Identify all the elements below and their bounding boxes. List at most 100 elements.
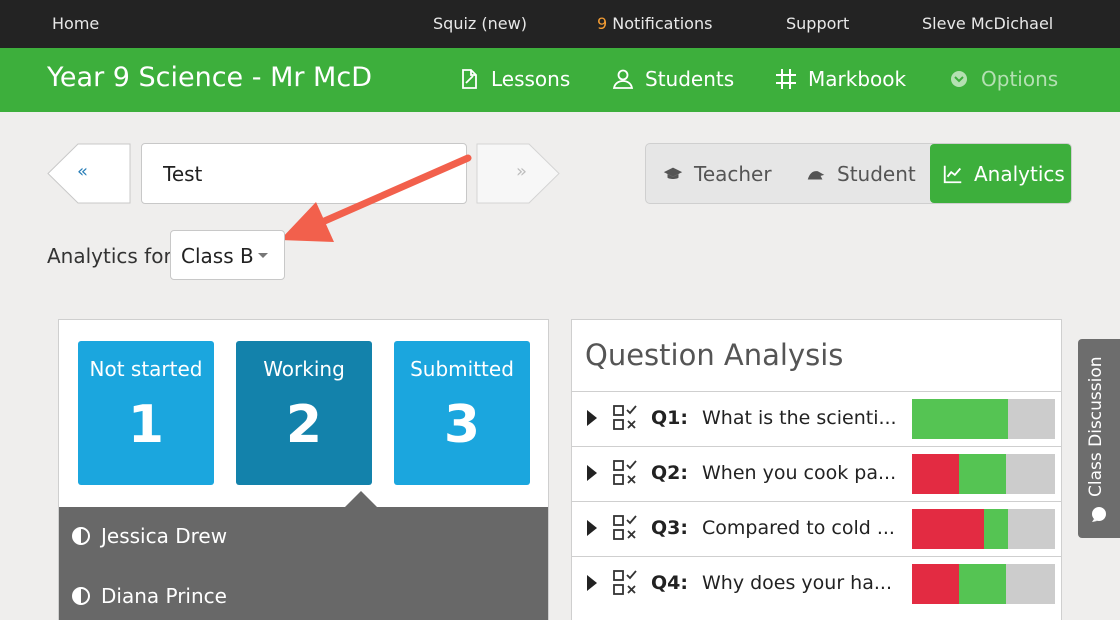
- class-select-value: Class B: [181, 244, 254, 268]
- class-discussion-tab[interactable]: Class Discussion: [1078, 339, 1120, 538]
- user-menu[interactable]: Sleve McDichael: [922, 14, 1053, 33]
- view-mode-toggle: Teacher Student Analytics: [645, 143, 1072, 204]
- half-circle-progress-icon: [72, 527, 90, 545]
- question-result-bar: [912, 564, 1055, 604]
- question-number: Q2:: [651, 462, 688, 484]
- working-count: 2: [285, 395, 323, 455]
- next-label: »: [516, 161, 528, 182]
- nav-markbook-label: Markbook: [808, 67, 907, 91]
- class-header: Year 9 Science - Mr McD Lessons Students…: [0, 48, 1120, 112]
- expand-triangle-icon[interactable]: [587, 465, 597, 481]
- question-number: Q1:: [651, 407, 688, 429]
- student-icon: [807, 170, 825, 179]
- correct-segment: [959, 454, 1007, 494]
- class-discussion-label: Class Discussion: [1086, 356, 1106, 497]
- nav-lessons-label: Lessons: [491, 67, 571, 91]
- checklist-icon: [613, 570, 637, 595]
- unanswered-segment: [1006, 564, 1055, 604]
- status-tile-submitted[interactable]: Submitted 3: [394, 341, 530, 485]
- submitted-count: 3: [443, 395, 481, 455]
- nav-markbook[interactable]: Markbook: [774, 67, 906, 91]
- checklist-icon: [613, 460, 637, 485]
- nav-options-label: Options: [981, 67, 1059, 91]
- question-result-bar: [912, 454, 1055, 494]
- notifications-link[interactable]: 9 Notifications: [597, 14, 712, 33]
- student-view-button[interactable]: Student: [805, 144, 916, 203]
- student-item[interactable]: Jessica Drew: [71, 524, 227, 548]
- support-link[interactable]: Support: [786, 14, 849, 33]
- expand-triangle-icon[interactable]: [587, 575, 597, 591]
- chevron-down-icon: [258, 253, 268, 258]
- question-number: Q4:: [651, 572, 688, 594]
- question-row[interactable]: Q4: Why does your ha...: [572, 556, 1061, 611]
- students-icon: [612, 69, 634, 89]
- question-result-bar: [912, 509, 1055, 549]
- nav-lessons[interactable]: Lessons: [457, 67, 570, 91]
- question-text: Compared to cold ...: [702, 517, 895, 539]
- teacher-label: Teacher: [694, 161, 772, 186]
- question-text: Why does your ha...: [702, 572, 892, 594]
- student-label: Student: [837, 161, 916, 186]
- next-lesson-button[interactable]: »: [476, 143, 560, 204]
- class-select[interactable]: Class B: [170, 230, 285, 280]
- not-started-count: 1: [127, 395, 165, 455]
- question-analysis-title: Question Analysis: [585, 338, 844, 372]
- not-started-label: Not started: [89, 357, 203, 381]
- submitted-label: Submitted: [410, 357, 514, 381]
- lessons-icon: [462, 69, 477, 89]
- selected-tile-pointer: [345, 491, 377, 507]
- home-link[interactable]: Home: [52, 14, 99, 33]
- expand-triangle-icon[interactable]: [587, 410, 597, 426]
- analytics-for-label: Analytics for: [47, 244, 172, 268]
- analytics-label: Analytics: [974, 161, 1065, 186]
- top-nav-bar: Home Squiz (new) 9 Notifications Support…: [0, 0, 1120, 48]
- student-name: Jessica Drew: [101, 524, 228, 548]
- incorrect-segment: [912, 509, 984, 549]
- status-tile-not-started[interactable]: Not started 1: [78, 341, 214, 485]
- question-analysis-panel: Question Analysis Q1: What is the scient…: [571, 319, 1062, 620]
- checklist-icon: [613, 405, 637, 430]
- progress-status-panel: Not started 1 Working 2 Submitted 3 Jess…: [58, 319, 549, 620]
- discussion-bubble-icon: [1092, 507, 1106, 522]
- prev-lesson-button[interactable]: «: [47, 143, 131, 204]
- question-number: Q3:: [651, 517, 688, 539]
- correct-segment: [912, 399, 1008, 439]
- notifications-label: Notifications: [612, 14, 713, 33]
- checklist-icon: [613, 515, 637, 540]
- incorrect-segment: [912, 454, 960, 494]
- teacher-view-button[interactable]: Teacher: [662, 144, 772, 203]
- class-title: Year 9 Science - Mr McD: [47, 62, 372, 93]
- squiz-link[interactable]: Squiz (new): [433, 14, 527, 33]
- expand-triangle-icon[interactable]: [587, 520, 597, 536]
- status-tile-working[interactable]: Working 2: [236, 341, 372, 485]
- question-result-bar: [912, 399, 1055, 439]
- question-text: What is the scienti...: [702, 407, 897, 429]
- notifications-count: 9: [597, 14, 608, 33]
- student-name: Diana Prince: [101, 584, 227, 608]
- nav-students-label: Students: [645, 67, 735, 91]
- question-row[interactable]: Q1: What is the scienti...: [572, 391, 1061, 446]
- prev-label: «: [77, 161, 89, 182]
- incorrect-segment: [912, 564, 960, 604]
- half-circle-progress-icon: [72, 587, 90, 605]
- graduation-cap-icon: [663, 167, 683, 179]
- line-chart-icon: [943, 165, 962, 183]
- working-label: Working: [263, 357, 345, 381]
- nav-options[interactable]: Options: [947, 67, 1058, 91]
- markbook-grid-icon: [776, 69, 796, 89]
- unanswered-segment: [1006, 454, 1055, 494]
- question-row[interactable]: Q3: Compared to cold ...: [572, 501, 1061, 556]
- correct-segment: [983, 509, 1008, 549]
- analytics-view-button[interactable]: Analytics: [930, 144, 1071, 203]
- correct-segment: [959, 564, 1007, 604]
- question-text: When you cook pa...: [702, 462, 897, 484]
- student-list: Jessica Drew Diana Prince: [59, 507, 548, 620]
- prev-arrow-shape: [47, 143, 131, 204]
- question-row[interactable]: Q2: When you cook pa...: [572, 446, 1061, 501]
- unanswered-segment: [1007, 509, 1055, 549]
- unanswered-segment: [1007, 399, 1055, 439]
- annotation-arrow: [280, 154, 472, 242]
- options-chevron-icon: [951, 71, 967, 87]
- nav-students[interactable]: Students: [611, 67, 734, 91]
- student-item[interactable]: Diana Prince: [71, 584, 227, 608]
